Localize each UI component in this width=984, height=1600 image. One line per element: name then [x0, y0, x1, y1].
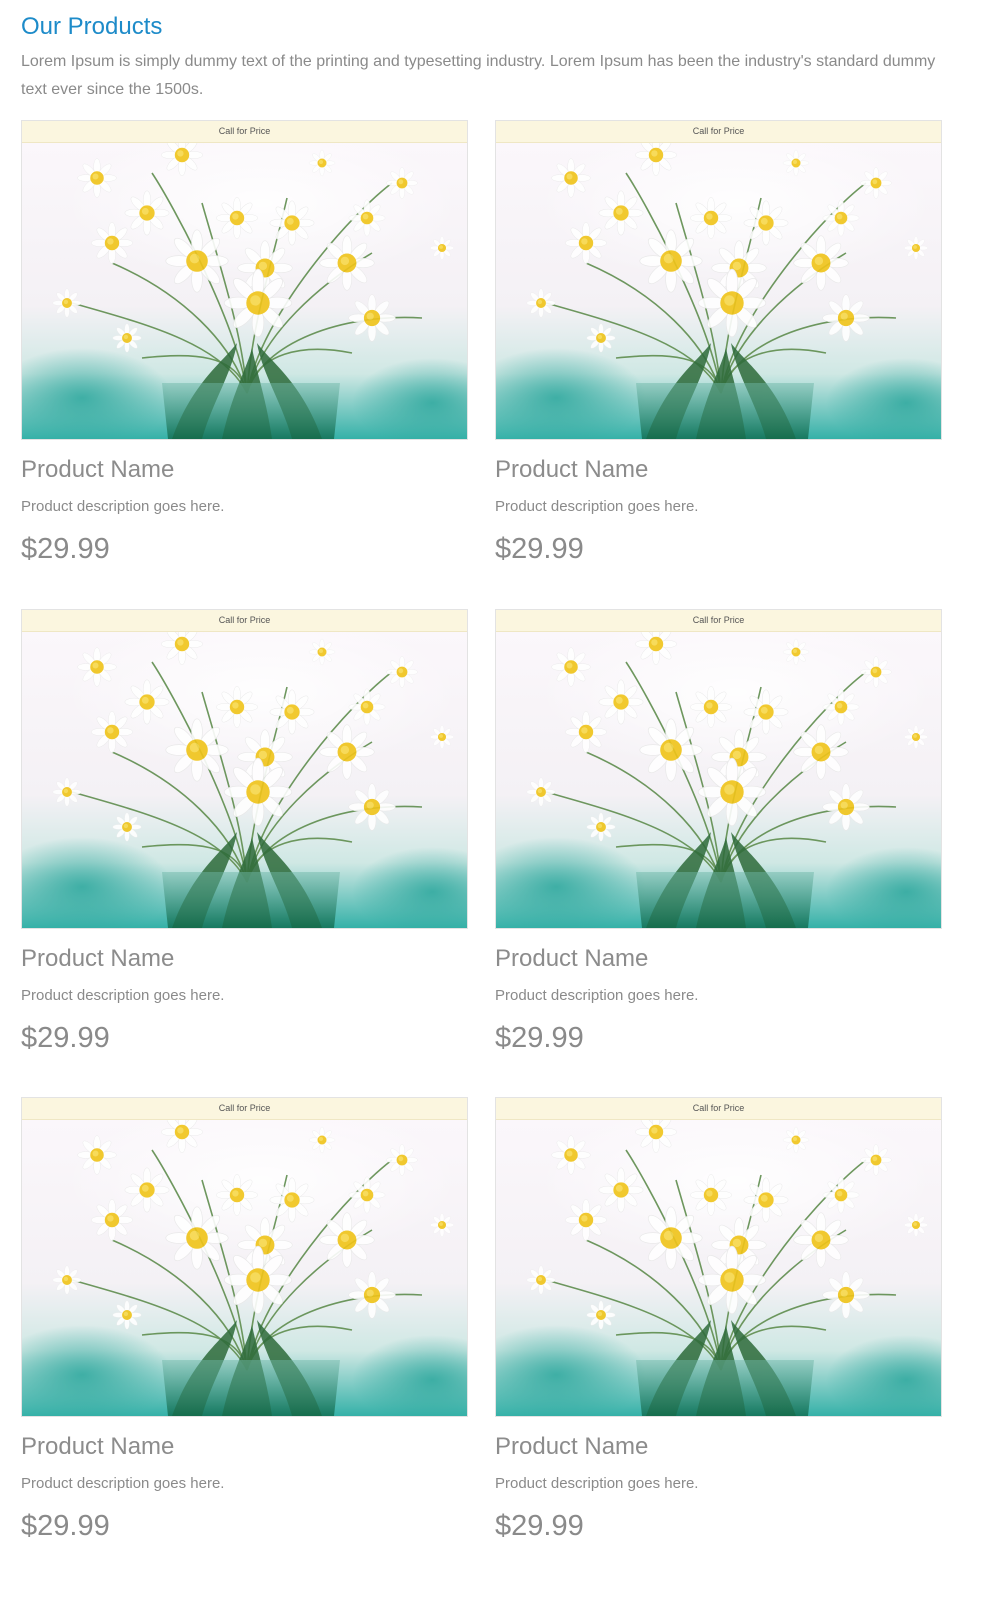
call-for-price-badge: Call for Price [22, 121, 467, 143]
product-name[interactable]: Product Name [21, 455, 468, 485]
product-card[interactable]: Call for Price Product Name Product desc… [495, 1097, 942, 1557]
product-name[interactable]: Product Name [495, 455, 942, 485]
product-name[interactable]: Product Name [21, 944, 468, 974]
section-intro: Lorem Ipsum is simply dummy text of the … [21, 53, 936, 98]
product-description: Product description goes here. [495, 987, 699, 1004]
product-name[interactable]: Product Name [495, 1432, 942, 1462]
product-price: $29.99 [495, 1022, 584, 1054]
product-card[interactable]: Call for Price Product Name Product desc… [495, 609, 942, 1069]
product-name[interactable]: Product Name [495, 944, 942, 974]
product-name[interactable]: Product Name [21, 1432, 468, 1462]
product-description: Product description goes here. [21, 987, 225, 1004]
product-image[interactable] [496, 143, 941, 439]
product-image-frame[interactable]: Call for Price [21, 1097, 468, 1417]
product-description: Product description goes here. [21, 498, 225, 515]
product-image[interactable] [22, 143, 467, 439]
call-for-price-badge: Call for Price [496, 610, 941, 632]
product-card[interactable]: Call for Price Product Name Product desc… [495, 120, 942, 580]
product-card[interactable]: Call for Price Product Name Product desc… [21, 609, 468, 1069]
product-price: $29.99 [21, 1022, 110, 1054]
product-price: $29.99 [21, 1510, 110, 1542]
product-card[interactable]: Call for Price Product Name Product desc… [21, 120, 468, 580]
product-image-frame[interactable]: Call for Price [495, 120, 942, 440]
product-description: Product description goes here. [495, 1475, 699, 1492]
call-for-price-badge: Call for Price [496, 1098, 941, 1120]
call-for-price-badge: Call for Price [496, 121, 941, 143]
product-image[interactable] [22, 632, 467, 928]
product-description: Product description goes here. [495, 498, 699, 515]
product-image[interactable] [496, 1120, 941, 1416]
product-image[interactable] [22, 1120, 467, 1416]
product-image[interactable] [496, 632, 941, 928]
call-for-price-badge: Call for Price [22, 610, 467, 632]
section-title: Our Products [21, 13, 163, 40]
product-description: Product description goes here. [21, 1475, 225, 1492]
product-image-frame[interactable]: Call for Price [495, 1097, 942, 1417]
product-image-frame[interactable]: Call for Price [21, 120, 468, 440]
product-card[interactable]: Call for Price Product Name Product desc… [21, 1097, 468, 1557]
call-for-price-badge: Call for Price [22, 1098, 467, 1120]
product-image-frame[interactable]: Call for Price [21, 609, 468, 929]
product-image-frame[interactable]: Call for Price [495, 609, 942, 929]
product-price: $29.99 [495, 1510, 584, 1542]
products-section: Our Products Lorem Ipsum is simply dummy… [0, 0, 963, 104]
product-price: $29.99 [495, 533, 584, 565]
product-price: $29.99 [21, 533, 110, 565]
